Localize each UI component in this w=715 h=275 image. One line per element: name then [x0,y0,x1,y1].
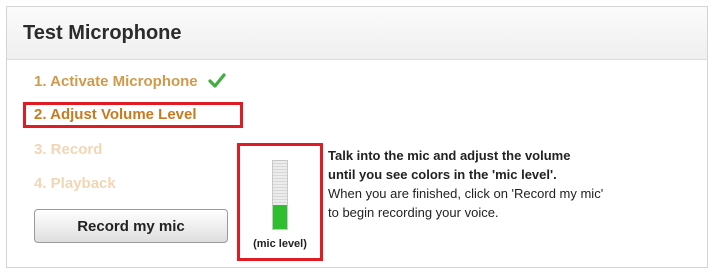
instruction-line-4: to begin recording your voice. [328,205,499,220]
step-activate-microphone: 1. Activate Microphone [34,73,226,93]
instruction-line-1: Talk into the mic and adjust the volume [328,148,571,163]
record-my-mic-button[interactable]: Record my mic [34,209,228,243]
checkmark-icon [208,73,226,93]
mic-level-fill [273,205,287,229]
step-record: 3. Record [34,141,103,158]
step-adjust-volume-level: 2. Adjust Volume Level [34,106,197,123]
step-label: 1. Activate Microphone [34,73,198,90]
instruction-line-3: When you are finished, click on 'Record … [328,186,604,201]
panel-title: Test Microphone [23,22,182,44]
mic-level-meter [272,160,288,230]
mic-level-box: (mic level) [237,143,323,261]
instructions-text: Talk into the mic and adjust the volume … [328,146,658,222]
mic-level-label: (mic level) [253,238,307,250]
panel-header: Test Microphone [7,7,707,60]
step-playback: 4. Playback [34,175,116,192]
instruction-line-2: until you see colors in the 'mic level'. [328,167,557,182]
